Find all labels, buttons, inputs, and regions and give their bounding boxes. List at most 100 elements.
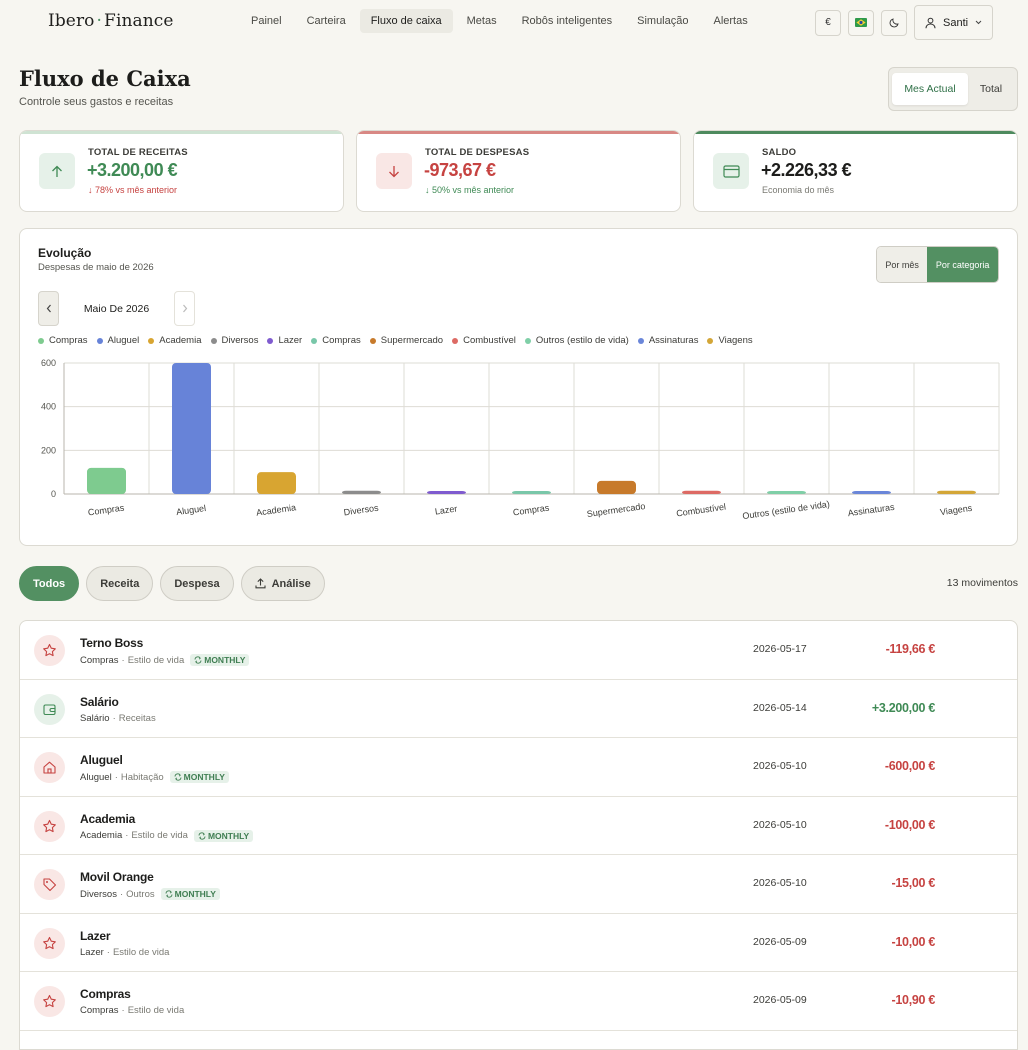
recurring-badge: MONTHLY: [190, 654, 250, 666]
brand-name-right: Finance: [104, 11, 174, 31]
legend-item[interactable]: Lazer: [267, 335, 302, 346]
nav-item-robos[interactable]: Robôs inteligentes: [511, 9, 624, 33]
credit-card-icon: [722, 164, 740, 178]
legend-item[interactable]: Academia: [148, 335, 202, 346]
transaction-date: 2026-05-09: [753, 935, 807, 948]
legend-label: Academia: [159, 335, 202, 346]
transaction-category: Lazer: [80, 946, 104, 958]
repeat-icon: [198, 831, 206, 840]
period-total-button[interactable]: Total: [968, 73, 1014, 105]
filter-expense-button[interactable]: Despesa: [160, 566, 234, 601]
transaction-row[interactable]: Lazer Lazer · Estilo de vida 2026-05-09 -10,0…: [20, 914, 1017, 972]
transaction-meta: Diversos · Outros MONTHLY: [80, 888, 220, 900]
user-name: Santi: [943, 16, 969, 29]
analysis-button[interactable]: Análise: [240, 566, 325, 601]
balance-label: SALDO: [762, 147, 797, 158]
filter-income-button[interactable]: Receita: [86, 566, 154, 601]
balance-note: Economia do mês: [762, 185, 835, 195]
transaction-amount: -119,66 €: [885, 642, 936, 656]
meta-separator: ·: [121, 1005, 125, 1016]
currency-button[interactable]: €: [815, 9, 841, 36]
brand-logo[interactable]: Ibero · Finance: [48, 11, 174, 31]
nav-item-painel[interactable]: Painel: [240, 9, 293, 33]
transaction-list: Terno Boss Compras · Estilo de vida MONTHLY 2…: [19, 620, 1018, 1050]
transaction-row[interactable]: Salário Salário · Receitas 2026-05-14 +3.200,…: [20, 680, 1017, 738]
legend-item[interactable]: Supermercado: [369, 335, 443, 346]
income-change: ↓ 78% vs mês anterior: [88, 185, 178, 195]
transaction-row[interactable]: Aluguel Aluguel · Habitação MONTHLY 2026-05-1…: [20, 738, 1017, 797]
transaction-date: 2026-05-17: [753, 643, 807, 655]
period-current-month-button[interactable]: Mes Actual: [892, 73, 968, 105]
x-tick-label: Outros (estilo de vida): [742, 499, 831, 521]
balance-icon-box: [713, 153, 749, 189]
x-tick-label: Lazer: [434, 504, 458, 517]
bar: [172, 363, 211, 494]
recurring-badge: MONTHLY: [169, 771, 229, 783]
star-icon: [43, 936, 56, 949]
x-tick-label: Academia: [256, 502, 297, 517]
nav-item-carteira[interactable]: Carteira: [296, 9, 357, 33]
transaction-name: Academia: [80, 811, 136, 826]
prev-month-button[interactable]: [38, 291, 59, 326]
legend-item[interactable]: Diversos: [210, 335, 259, 346]
nav-item-fluxo-de-caixa[interactable]: Fluxo de caixa: [359, 9, 453, 33]
expense-label: TOTAL DE DESPESAS: [425, 147, 530, 158]
nav-item-simulacao[interactable]: Simulação: [626, 9, 699, 33]
legend-item[interactable]: Assinaturas: [637, 335, 698, 346]
chart-legend: Compras Aluguel Academia Diversos Lazer Compr…: [38, 335, 753, 346]
x-tick-label: Supermercado: [586, 501, 646, 519]
evolution-chart-panel: Evolução Despesas de maio de 2026 Por mê…: [19, 228, 1018, 546]
transaction-amount: -10,90 €: [891, 993, 936, 1007]
x-tick-label: Assinaturas: [847, 502, 895, 519]
legend-item[interactable]: Combustível: [452, 335, 516, 346]
theme-toggle-button[interactable]: [881, 9, 907, 36]
legend-swatch: [637, 337, 644, 344]
transaction-date: 2026-05-09: [753, 994, 807, 1006]
meta-separator: ·: [112, 712, 116, 724]
user-menu-button[interactable]: Santi: [914, 5, 994, 40]
legend-item[interactable]: Viagens: [707, 335, 753, 346]
legend-swatch: [267, 337, 274, 344]
y-tick-label: 400: [41, 402, 56, 412]
legend-item[interactable]: Outros (estilo de vida): [524, 335, 629, 346]
transaction-name: Movil Orange: [80, 870, 154, 884]
nav-item-alertas[interactable]: Alertas: [702, 9, 758, 33]
filter-all-button[interactable]: Todos: [19, 566, 80, 601]
legend-item[interactable]: Compras: [311, 335, 361, 346]
meta-separator: ·: [114, 771, 118, 783]
mode-by-month-button[interactable]: Por mês: [877, 247, 928, 282]
transaction-row[interactable]: Academia Academia · Estilo de vida MONTHLY 20…: [20, 797, 1017, 855]
transaction-subcategory: Estilo de vida: [127, 654, 185, 666]
legend-item[interactable]: Aluguel: [96, 335, 140, 346]
legend-label: Diversos: [221, 335, 259, 346]
nav-item-metas[interactable]: Metas: [456, 9, 508, 33]
page-subtitle: Controle seus gastos e receitas: [19, 96, 174, 108]
legend-swatch: [96, 337, 103, 344]
transaction-amount: -100,00 €: [884, 817, 935, 832]
transaction-icon-box: [34, 810, 65, 842]
legend-label: Aluguel: [107, 335, 140, 346]
transaction-subcategory: Outros: [126, 888, 155, 900]
bar: [512, 491, 551, 494]
chart-panel-subtitle: Despesas de maio de 2026: [38, 262, 154, 273]
transaction-row[interactable]: Compras Compras · Estilo de vida 2026-05-09-…: [20, 972, 1017, 1031]
expense-change: ↓ 50% vs mês anterior: [425, 185, 515, 195]
transaction-category: Academia: [80, 830, 123, 841]
bar: [257, 472, 296, 494]
transaction-category: Salário: [80, 712, 110, 724]
legend-item[interactable]: Compras: [38, 335, 88, 346]
transaction-amount: -15,00 €: [891, 876, 936, 890]
next-month-button[interactable]: [174, 291, 195, 326]
transaction-name: Compras: [80, 987, 131, 1001]
repeat-icon: [174, 773, 182, 781]
month-navigator: Maio De 2026: [38, 291, 195, 326]
transaction-row[interactable]: Terno Boss Compras · Estilo de vida MONTHLY 2…: [20, 621, 1017, 680]
transaction-name: Aluguel: [80, 753, 123, 767]
y-tick-label: 600: [41, 358, 56, 368]
expense-value: -973,67 €: [424, 160, 496, 180]
mode-by-category-button[interactable]: Por categoria: [927, 247, 998, 282]
transaction-name: Salário: [80, 694, 119, 709]
recurring-badge: MONTHLY: [160, 888, 220, 900]
transaction-row[interactable]: Movil Orange Diversos · Outros MONTHLY 2026-0…: [20, 855, 1017, 914]
language-button[interactable]: [848, 9, 874, 36]
